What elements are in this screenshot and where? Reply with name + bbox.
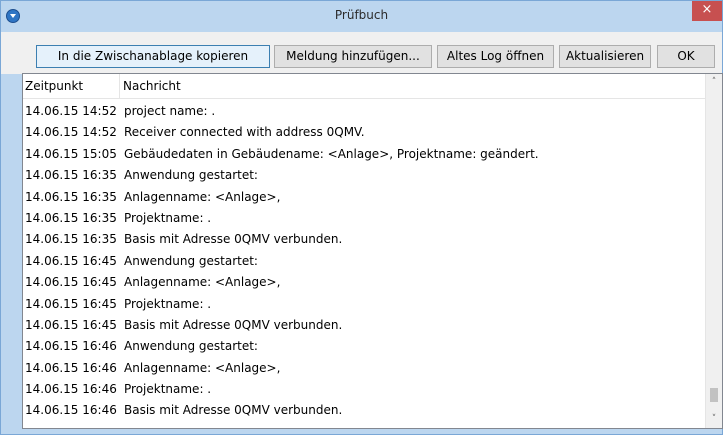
scroll-up-arrow-icon[interactable]: ˄ — [706, 74, 722, 91]
message-cell: Anwendung gestartet: — [124, 168, 258, 183]
column-header-zeitpunkt[interactable]: Zeitpunkt — [23, 74, 119, 98]
message-cell: Projektname: . — [124, 296, 212, 311]
timestamp-cell: 14.06.15 16:35 — [25, 189, 117, 204]
close-button[interactable]: × — [692, 1, 722, 21]
timestamp-cell: 14.06.15 14:52 — [25, 125, 117, 140]
list-header: Zeitpunkt Nachricht — [23, 74, 706, 99]
message-cell: project name: . — [124, 104, 216, 118]
list-item[interactable]: 14.06.15 14:52 project name: . — [23, 101, 706, 122]
list-item[interactable]: 14.06.15 16:45 Projektname: . — [23, 294, 706, 315]
list-item[interactable]: 14.06.15 16:35 Projektname: . — [23, 208, 706, 229]
timestamp-cell: 14.06.15 16:35 — [25, 168, 117, 183]
list-item[interactable]: 14.06.15 14:52 Receiver connected with ad… — [23, 122, 706, 143]
title-bar[interactable]: Prüfbuch × — [1, 1, 722, 31]
message-cell: Anlagenname: <Anlage>, — [124, 275, 281, 290]
timestamp-cell: 14.06.15 16:46 — [25, 339, 117, 354]
list-item[interactable]: 14.06.15 16:46 Projektname: . — [23, 379, 706, 400]
timestamp-cell: 14.06.15 16:46 — [25, 382, 117, 397]
message-cell: Anlagenname: <Anlage>, — [124, 189, 281, 204]
message-cell: Anwendung gestartet: — [124, 339, 258, 354]
ok-button[interactable]: OK — [657, 45, 715, 68]
message-cell: Anwendung gestartet: — [124, 253, 258, 268]
list-item[interactable]: 14.06.15 15:05 Gebäudedaten in Gebäudenam… — [23, 144, 706, 165]
copy-to-clipboard-button[interactable]: In die Zwischanablage kopieren — [36, 45, 270, 68]
list-item[interactable]: 14.06.15 16:35 Anwendung gestartet: — [23, 165, 706, 186]
list-item[interactable]: 14.06.15 16:35 Anlagenname: <Anlage>, — [23, 187, 706, 208]
timestamp-cell: 14.06.15 16:45 — [25, 253, 117, 268]
window-title: Prüfbuch — [334, 8, 389, 22]
toolbar: In die Zwischanablage kopieren Meldung h… — [1, 31, 722, 74]
timestamp-cell: 14.06.15 16:35 — [25, 210, 117, 225]
timestamp-cell: 14.06.15 16:35 — [25, 232, 117, 247]
list-item[interactable]: 14.06.15 16:46 Basis mit Adresse 0QMV ver… — [23, 400, 706, 421]
message-cell: Projektname: . — [124, 210, 212, 225]
vertical-scrollbar[interactable]: ˄ ˅ — [705, 74, 722, 428]
timestamp-cell: 14.06.15 14:52 — [25, 104, 117, 118]
list-rows: 14.06.15 14:52 project name: . 14.06.15 14… — [23, 101, 706, 422]
message-cell: Basis mit Adresse 0QMV verbunden. — [124, 232, 343, 247]
open-old-log-button[interactable]: Altes Log öffnen — [437, 45, 554, 68]
log-list[interactable]: Zeitpunkt Nachricht 14.06.15 14:52 projec… — [22, 73, 723, 429]
timestamp-cell: 14.06.15 16:46 — [25, 403, 117, 418]
message-cell: Projektname: . — [124, 382, 212, 397]
column-header-nachricht[interactable]: Nachricht — [121, 74, 323, 98]
message-cell: Basis mit Adresse 0QMV verbunden. — [124, 403, 343, 418]
message-cell: Gebäudedaten in Gebäudename: <Anlage>, P… — [124, 146, 539, 161]
refresh-button[interactable]: Aktualisieren — [559, 45, 651, 68]
message-cell: Receiver connected with address 0QMV. — [124, 125, 365, 140]
column-divider[interactable] — [119, 74, 120, 98]
scroll-down-arrow-icon[interactable]: ˅ — [706, 411, 722, 428]
timestamp-cell: 14.06.15 16:45 — [25, 317, 117, 332]
list-item[interactable]: 14.06.15 16:45 Anlagenname: <Anlage>, — [23, 272, 706, 293]
list-item[interactable]: 14.06.15 16:45 Basis mit Adresse 0QMV ver… — [23, 315, 706, 336]
timestamp-cell: 14.06.15 16:45 — [25, 275, 117, 290]
pruefbuch-window: Prüfbuch × In die Zwischanablage kopiere… — [0, 0, 723, 435]
list-item[interactable]: 14.06.15 16:35 Basis mit Adresse 0QMV ver… — [23, 229, 706, 250]
message-cell: Anlagenname: <Anlage>, — [124, 360, 281, 375]
message-cell: Basis mit Adresse 0QMV verbunden. — [124, 317, 343, 332]
timestamp-cell: 14.06.15 15:05 — [25, 146, 117, 161]
timestamp-cell: 14.06.15 16:45 — [25, 296, 117, 311]
list-item[interactable]: 14.06.15 16:46 Anwendung gestartet: — [23, 336, 706, 357]
scroll-thumb[interactable] — [710, 387, 718, 402]
list-item[interactable]: 14.06.15 16:46 Anlagenname: <Anlage>, — [23, 358, 706, 379]
add-message-button[interactable]: Meldung hinzufügen... — [274, 45, 432, 68]
timestamp-cell: 14.06.15 16:46 — [25, 360, 117, 375]
list-item[interactable]: 14.06.15 16:45 Anwendung gestartet: — [23, 251, 706, 272]
